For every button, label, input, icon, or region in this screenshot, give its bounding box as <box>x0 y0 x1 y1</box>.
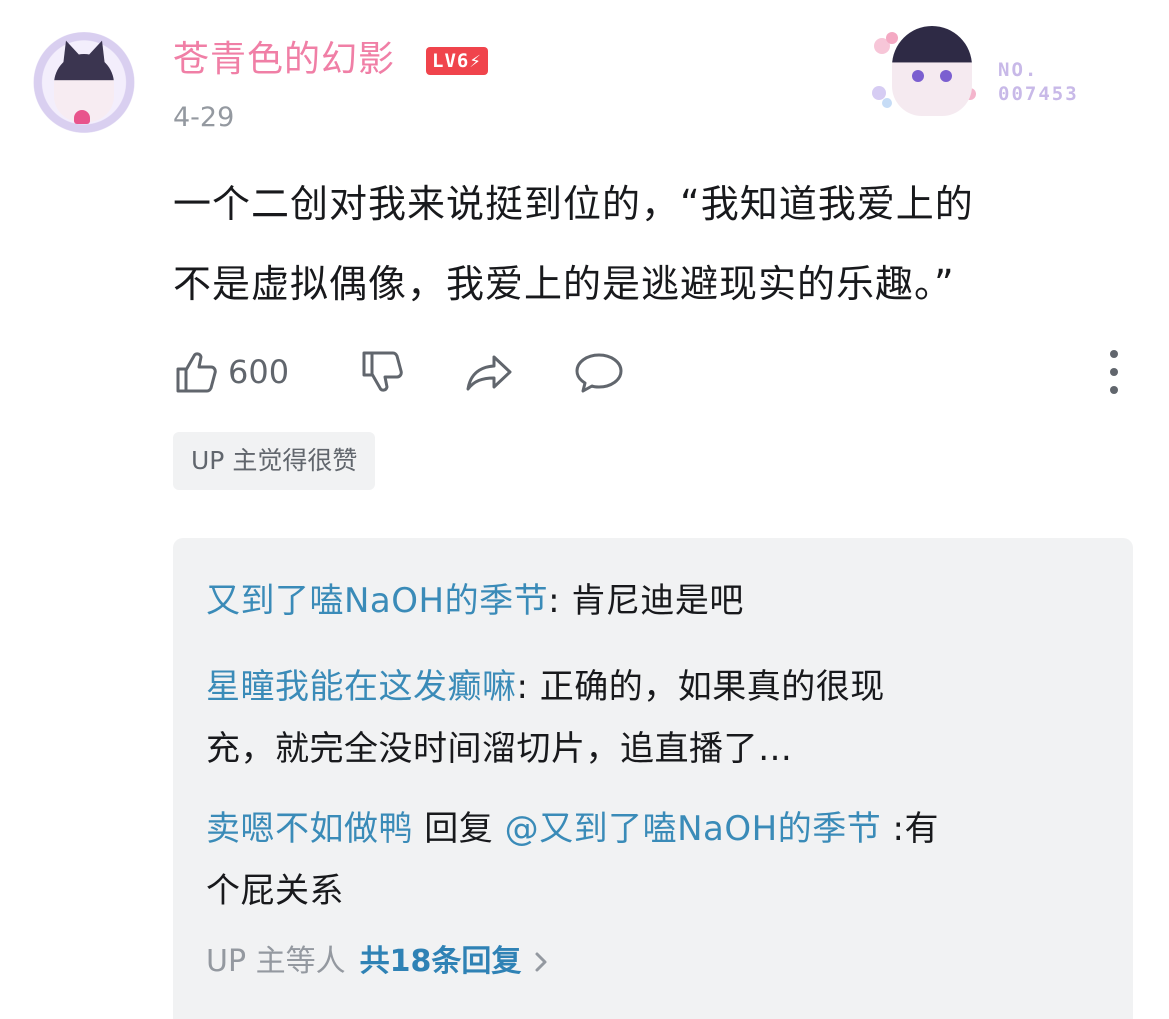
content-line: 不是虚拟偶像，我爱上的是逃避现实的乐趣。” <box>173 262 955 306</box>
reply-preview-panel[interactable]: 又到了嗑NaOH的季节: 肯尼迪是吧 星瞳我能在这发癫嘛: 正确的，如果真的很现… <box>173 538 1133 1019</box>
comment-content: 一个二创对我来说挺到位的，“我知道我爱上的 不是虚拟偶像，我爱上的是逃避现实的乐… <box>173 164 1103 324</box>
avatar[interactable] <box>28 32 140 144</box>
like-count: 600 <box>228 353 290 391</box>
reply-mention[interactable]: @又到了嗑NaOH的季节 <box>505 809 882 849</box>
more-vertical-icon[interactable] <box>1104 350 1124 394</box>
thumbs-up-icon <box>172 347 222 397</box>
chevron-right-icon <box>531 948 551 976</box>
reply-item[interactable]: 又到了嗑NaOH的季节: 肯尼迪是吧 <box>206 570 1076 632</box>
comment-date: 4-29 <box>173 102 235 133</box>
dislike-button[interactable] <box>358 340 408 404</box>
share-button[interactable] <box>464 340 516 404</box>
reply-author[interactable]: 卖嗯不如做鸭 <box>206 809 413 849</box>
badge-number: NO. 007453 <box>998 59 1079 105</box>
level-badge: LV6⚡ <box>426 47 488 75</box>
reply-item[interactable]: 卖嗯不如做鸭 回复 @又到了嗑NaOH的季节 :有 个屁关系 <box>206 798 1076 922</box>
avatar-heart-decoration <box>74 110 90 124</box>
comment-card: 苍青色的幻影 LV6⚡ 4-29 NO. 007453 一个二创对我来说挺到位的… <box>0 0 1169 1019</box>
thumbs-down-icon <box>358 347 408 397</box>
badge-character <box>892 26 972 116</box>
fan-badge[interactable]: NO. 007453 <box>870 24 1110 124</box>
reply-count[interactable]: 共18条回复 <box>360 936 522 988</box>
up-liked-tag: UP 主觉得很赞 <box>173 432 376 490</box>
content-line: 一个二创对我来说挺到位的，“我知道我爱上的 <box>173 182 974 226</box>
reply-author[interactable]: 星瞳我能在这发癫嘛 <box>206 667 517 707</box>
view-all-replies-link[interactable]: UP 主等人 共18条回复 <box>206 936 551 988</box>
share-icon <box>464 347 516 397</box>
reply-author[interactable]: 又到了嗑NaOH的季节 <box>206 581 548 621</box>
username[interactable]: 苍青色的幻影 <box>173 36 395 84</box>
action-bar: 600 <box>170 340 1130 404</box>
reply-item[interactable]: 星瞳我能在这发癫嘛: 正确的，如果真的很现 充，就完全没时间溜切片，追直播了… <box>206 656 1076 780</box>
comment-icon <box>572 347 626 397</box>
reply-button[interactable] <box>572 340 626 404</box>
reply-footer-prefix: UP 主等人 <box>206 944 346 979</box>
like-button[interactable]: 600 <box>172 340 289 404</box>
